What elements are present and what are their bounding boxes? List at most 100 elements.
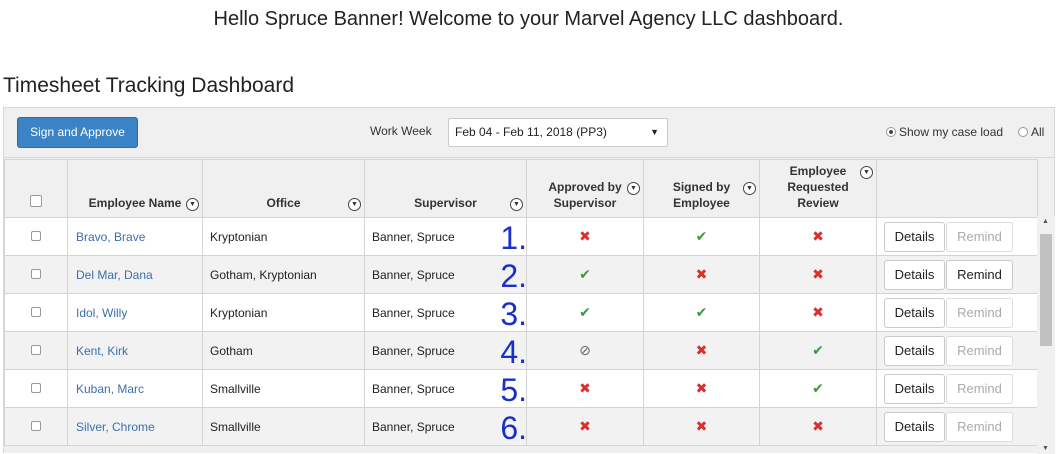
- employee-name-cell: Idol, Willy: [67, 293, 203, 332]
- select-all-checkbox[interactable]: [30, 195, 42, 207]
- signed-cell: ✖: [643, 255, 760, 294]
- details-button[interactable]: Details: [884, 335, 945, 366]
- cross-icon: ✖: [812, 266, 824, 282]
- actions-cell: Details Remind: [876, 255, 1038, 294]
- filter-icon[interactable]: ▼: [348, 198, 361, 211]
- row-checkbox[interactable]: [31, 306, 41, 317]
- cross-icon: ✖: [812, 228, 824, 244]
- details-button[interactable]: Details: [884, 411, 945, 442]
- actions-cell: Details Remind: [876, 293, 1038, 332]
- remind-button[interactable]: Remind: [946, 259, 1013, 290]
- approved-cell: ⊘: [526, 331, 644, 370]
- remind-button[interactable]: Remind: [946, 411, 1013, 442]
- row-checkbox[interactable]: [31, 230, 41, 241]
- filter-icon[interactable]: ▼: [186, 198, 199, 211]
- supervisor-value: Banner, Spruce: [372, 343, 455, 358]
- office-value: Gotham, Kryptonian: [210, 267, 317, 282]
- col-office[interactable]: Office ▼: [202, 159, 365, 218]
- actions-cell: Details Remind: [876, 217, 1038, 256]
- office-value: Kryptonian: [210, 305, 268, 320]
- filter-icon[interactable]: ▼: [510, 198, 523, 211]
- supervisor-value: Banner, Spruce: [372, 419, 455, 434]
- employee-name-cell: Bravo, Brave: [67, 217, 203, 256]
- row-checkbox[interactable]: [31, 344, 41, 355]
- col-approved-by-supervisor[interactable]: Approved by Supervisor ▼: [526, 159, 644, 218]
- supervisor-value: Banner, Spruce: [372, 305, 455, 320]
- radio-show-case-load[interactable]: Show my case load: [886, 125, 1003, 139]
- row-select-cell: [4, 331, 68, 370]
- table-row: Silver, Chrome Smallville Banner, Spruce…: [4, 407, 1038, 446]
- supervisor-cell: Banner, Spruce 5.: [364, 369, 527, 408]
- signed-cell: ✔: [643, 293, 760, 332]
- signed-cell: ✖: [643, 407, 760, 446]
- details-button[interactable]: Details: [884, 297, 945, 328]
- approved-cell: ✖: [526, 369, 644, 408]
- radio-all[interactable]: All: [1018, 125, 1044, 139]
- radio-selected-icon[interactable]: [886, 127, 896, 137]
- radio-case-load-label: Show my case load: [899, 125, 1004, 139]
- row-select-cell: [4, 407, 68, 446]
- row-checkbox[interactable]: [31, 382, 41, 393]
- col-review-label-1: Employee: [789, 164, 847, 178]
- check-icon: ✔: [579, 304, 591, 320]
- employee-name-link[interactable]: Idol, Willy: [68, 306, 127, 320]
- table-scrollbar[interactable]: ▲ ▼: [1037, 216, 1055, 454]
- radio-unselected-icon[interactable]: [1018, 127, 1028, 137]
- row-number-annotation: 1.: [500, 220, 527, 256]
- col-supervisor[interactable]: Supervisor ▼: [364, 159, 527, 218]
- col-employee-requested-review[interactable]: Employee Requested Review ▼: [759, 159, 877, 218]
- col-employee-name[interactable]: Employee Name ▼: [67, 159, 203, 218]
- check-icon: ✔: [695, 304, 708, 320]
- approved-cell: ✖: [526, 217, 644, 256]
- supervisor-cell: Banner, Spruce 6.: [364, 407, 527, 446]
- review-cell: ✖: [759, 293, 877, 332]
- row-select-cell: [4, 217, 68, 256]
- details-button[interactable]: Details: [884, 259, 945, 290]
- row-number-annotation: 3.: [500, 296, 527, 332]
- office-cell: Gotham: [202, 331, 365, 370]
- scroll-up-icon[interactable]: ▲: [1042, 218, 1049, 225]
- row-checkbox[interactable]: [31, 268, 41, 279]
- remind-button[interactable]: Remind: [946, 335, 1013, 366]
- work-week-select[interactable]: Feb 04 - Feb 11, 2018 (PP3) ▼: [448, 118, 668, 147]
- scroll-thumb[interactable]: [1040, 234, 1052, 346]
- filter-icon[interactable]: ▼: [743, 182, 756, 195]
- supervisor-cell: Banner, Spruce 3.: [364, 293, 527, 332]
- employee-name-cell: Kent, Kirk: [67, 331, 203, 370]
- remind-button[interactable]: Remind: [946, 373, 1013, 404]
- col-review-label-3: Review: [797, 196, 839, 210]
- cross-icon: ✖: [695, 380, 708, 396]
- filter-icon[interactable]: ▼: [860, 166, 873, 179]
- filter-icon[interactable]: ▼: [627, 182, 640, 195]
- welcome-message: Hello Spruce Banner! Welcome to your Mar…: [213, 8, 844, 30]
- employee-name-link[interactable]: Silver, Chrome: [68, 420, 155, 434]
- review-cell: ✖: [759, 407, 877, 446]
- employee-name-cell: Kuban, Marc: [67, 369, 203, 408]
- employee-name-link[interactable]: Kent, Kirk: [68, 344, 128, 358]
- office-value: Smallville: [210, 381, 261, 396]
- check-icon: ✔: [695, 228, 708, 244]
- signed-cell: ✖: [643, 331, 760, 370]
- actions-cell: Details Remind: [876, 369, 1038, 408]
- row-number-annotation: 4.: [500, 334, 527, 370]
- details-button[interactable]: Details: [884, 221, 945, 252]
- supervisor-value: Banner, Spruce: [372, 267, 455, 282]
- table-row: Bravo, Brave Kryptonian Banner, Spruce 1.…: [4, 217, 1038, 256]
- employee-name-link[interactable]: Kuban, Marc: [68, 382, 144, 396]
- col-employee-label: Employee Name: [88, 196, 182, 210]
- cross-icon: ✖: [812, 418, 824, 434]
- employee-name-link[interactable]: Del Mar, Dana: [68, 268, 153, 282]
- sign-and-approve-button[interactable]: Sign and Approve: [17, 117, 138, 148]
- scroll-down-icon[interactable]: ▼: [1042, 445, 1049, 452]
- col-approved-label-1: Approved by: [548, 180, 622, 194]
- details-button[interactable]: Details: [884, 373, 945, 404]
- col-signed-by-employee[interactable]: Signed by Employee ▼: [643, 159, 760, 218]
- remind-button[interactable]: Remind: [946, 221, 1013, 252]
- employee-name-link[interactable]: Bravo, Brave: [68, 230, 145, 244]
- table-row: Idol, Willy Kryptonian Banner, Spruce 3. …: [4, 293, 1038, 332]
- cross-icon: ✖: [579, 418, 591, 434]
- row-checkbox[interactable]: [31, 420, 41, 431]
- remind-button[interactable]: Remind: [946, 297, 1013, 328]
- row-select-cell: [4, 255, 68, 294]
- col-approved-label-2: Supervisor: [553, 196, 617, 210]
